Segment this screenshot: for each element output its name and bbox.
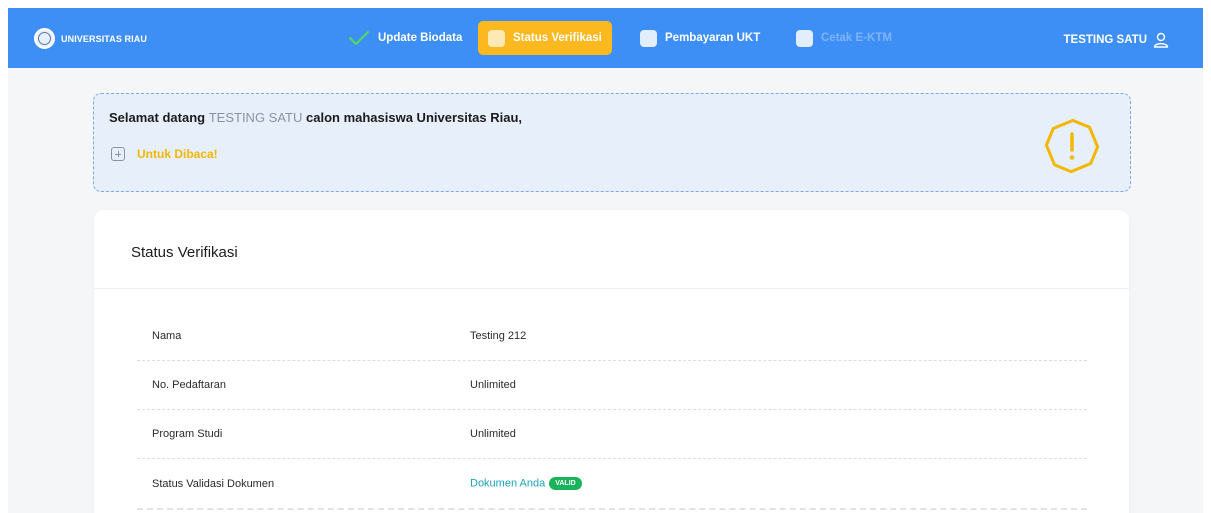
card-title: Status Verifikasi	[131, 244, 238, 261]
status-card: Status Verifikasi Nama Testing 212 No. P…	[94, 210, 1129, 513]
row-value: Unlimited	[470, 428, 516, 440]
nav-label: Pembayaran UKT	[665, 32, 761, 44]
table-row: Nama Testing 212	[137, 312, 1087, 361]
row-value: Unlimited	[470, 379, 516, 391]
row-label: No. Pedaftaran	[152, 379, 226, 391]
square-icon	[796, 29, 813, 47]
check-icon	[348, 30, 370, 46]
nav-pembayaran-ukt[interactable]: Pembayaran UKT	[630, 21, 770, 55]
table-bottom-divider	[137, 508, 1087, 510]
plus-icon	[111, 147, 125, 161]
nav-cetak-ektm[interactable]: Cetak E-KTM	[786, 21, 902, 55]
nav-label: Cetak E-KTM	[821, 32, 892, 44]
university-logo-icon	[34, 28, 55, 49]
row-label: Program Studi	[152, 428, 223, 440]
greeting-name: TESTING SATU	[208, 110, 303, 125]
card-divider	[94, 288, 1129, 289]
row-label: Status Validasi Dokumen	[152, 477, 275, 490]
welcome-text: Selamat datang TESTING SATU calon mahasi…	[109, 110, 522, 125]
top-navbar: UNIVERSITAS RIAU Update Biodata Status V…	[8, 8, 1203, 68]
nav-status-verifikasi[interactable]: Status Verifikasi	[478, 21, 612, 55]
warning-hexagon-icon	[1045, 119, 1099, 173]
document-link-text: Dokumen Anda	[470, 477, 546, 490]
welcome-notice: Selamat datang TESTING SATU calon mahasi…	[93, 93, 1131, 192]
greeting-suffix: calon mahasiswa Universitas Riau,	[306, 110, 523, 125]
user-icon	[1153, 32, 1169, 48]
read-toggle-label: Untuk Dibaca!	[137, 147, 218, 161]
square-icon	[640, 29, 657, 47]
status-table: Nama Testing 212 No. Pedaftaran Unlimite…	[137, 312, 1087, 508]
nav-update-biodata[interactable]: Update Biodata	[338, 21, 472, 55]
table-row: Program Studi Unlimited	[137, 410, 1087, 459]
square-icon	[488, 29, 505, 47]
user-menu[interactable]: TESTING SATU	[1064, 32, 1169, 48]
status-badge: VALID	[549, 477, 582, 490]
row-value: Testing 212	[470, 330, 527, 342]
table-row: No. Pedaftaran Unlimited	[137, 361, 1087, 410]
read-toggle[interactable]: Untuk Dibaca!	[111, 147, 218, 161]
document-link[interactable]: Dokumen Anda VALID	[470, 477, 582, 490]
table-row: Status Validasi Dokumen Dokumen Anda VALI…	[137, 459, 1087, 508]
row-label: Nama	[152, 330, 182, 342]
greeting-prefix: Selamat datang	[109, 110, 206, 125]
user-name: TESTING SATU	[1063, 34, 1147, 46]
nav-label: Status Verifikasi	[513, 32, 602, 44]
brand[interactable]: UNIVERSITAS RIAU	[34, 28, 147, 49]
brand-name: UNIVERSITAS RIAU	[61, 33, 147, 44]
nav-label: Update Biodata	[378, 32, 463, 44]
